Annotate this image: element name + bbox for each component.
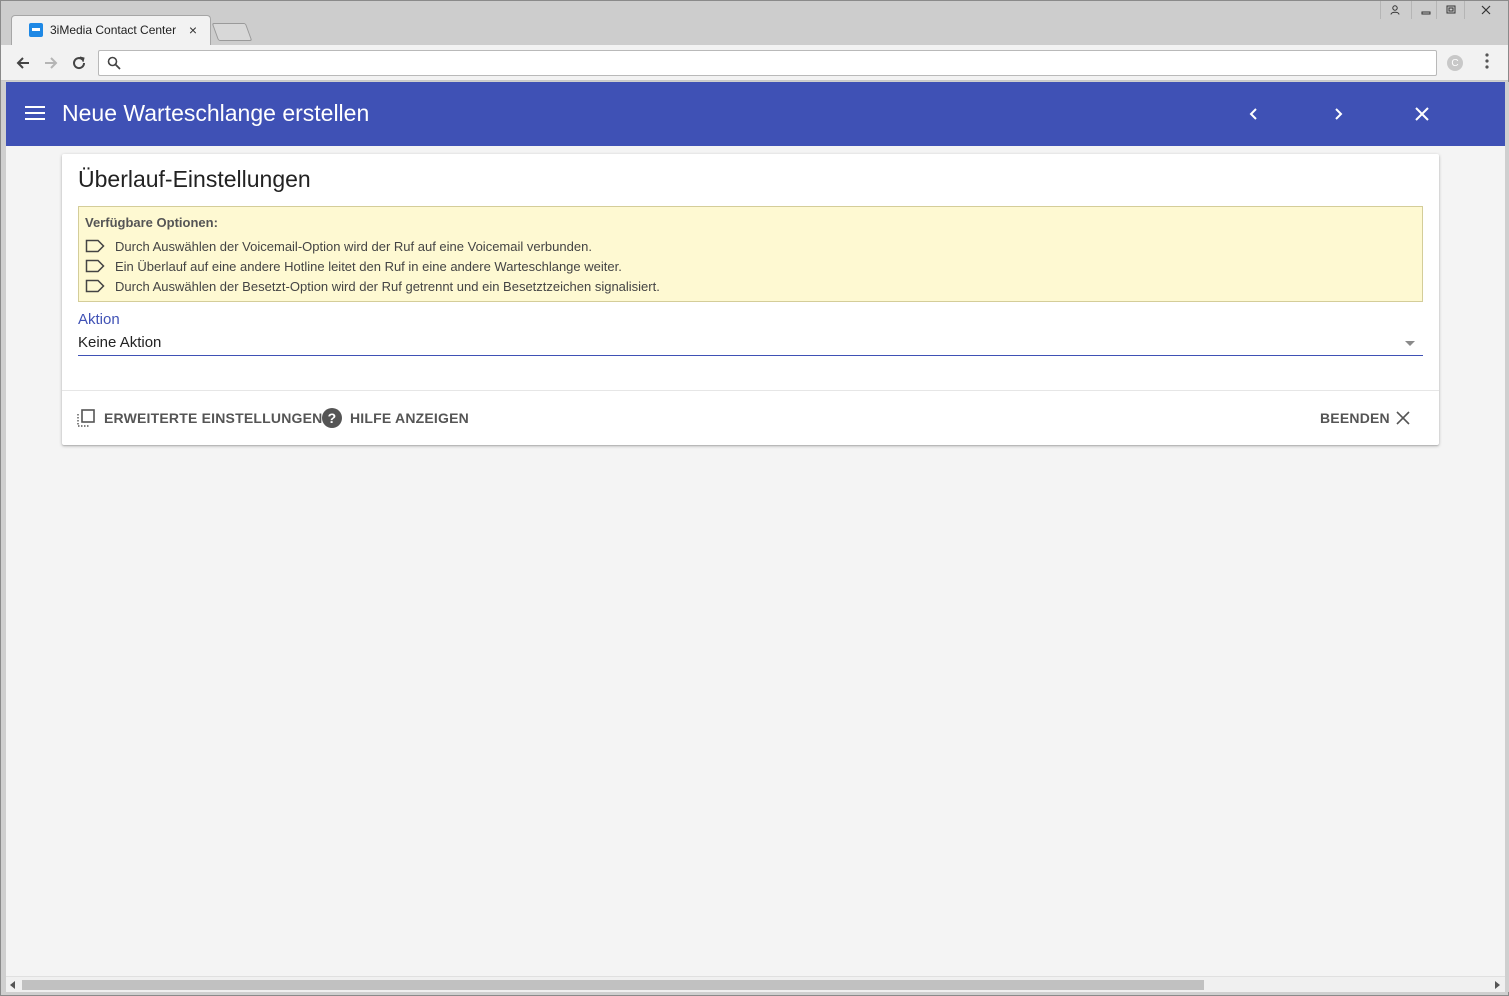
browser-tab-content[interactable]: 3iMedia Contact Center ×	[17, 15, 207, 45]
finish-label: BEENDEN	[1320, 410, 1390, 426]
finish-button[interactable]: BEENDEN	[1320, 391, 1418, 445]
info-item-text: Durch Auswählen der Voicemail-Option wir…	[115, 238, 592, 254]
finish-close-icon	[1396, 411, 1410, 425]
right-frame-border	[1505, 82, 1509, 992]
info-box: Verfügbare Optionen: Durch Auswählen der…	[78, 206, 1423, 302]
advanced-settings-icon	[76, 408, 96, 428]
advanced-settings-button[interactable]: ERWEITERTE EINSTELLUNGEN	[76, 391, 322, 445]
reload-icon[interactable]	[67, 51, 91, 75]
content-area: Überlauf-Einstellungen Verfügbare Option…	[6, 146, 1505, 976]
forward-icon[interactable]	[39, 51, 63, 75]
scroll-right-icon[interactable]	[1492, 980, 1502, 990]
search-icon	[107, 56, 121, 70]
action-select-value: Keine Aktion	[78, 334, 162, 351]
browser-window: 3iMedia Contact Center × C Neue Wartesch…	[0, 0, 1509, 996]
info-item-text: Ein Überlauf auf eine andere Hotline lei…	[115, 258, 622, 274]
browser-titlebar: 3iMedia Contact Center ×	[1, 1, 1508, 46]
browser-toolbar: C	[1, 45, 1508, 81]
extension-icon[interactable]: C	[1447, 55, 1463, 71]
horizontal-scrollbar[interactable]	[6, 976, 1505, 992]
help-icon: ?	[322, 408, 342, 428]
info-item: Ein Überlauf auf eine andere Hotline lei…	[85, 256, 1416, 276]
show-help-label: HILFE ANZEIGEN	[350, 410, 469, 426]
label-icon	[85, 279, 105, 293]
overflow-settings-card: Überlauf-Einstellungen Verfügbare Option…	[62, 154, 1439, 445]
scrollbar-thumb[interactable]	[22, 980, 1204, 990]
label-icon	[85, 259, 105, 273]
label-icon	[85, 239, 105, 253]
show-help-button[interactable]: ? HILFE ANZEIGEN	[322, 391, 469, 445]
info-item-text: Durch Auswählen der Besetzt-Option wird …	[115, 278, 660, 294]
card-title: Überlauf-Einstellungen	[78, 166, 311, 192]
new-tab-button[interactable]	[211, 23, 253, 41]
menu-icon[interactable]	[25, 106, 45, 122]
info-heading: Verfügbare Optionen:	[85, 215, 218, 230]
tab-title: 3iMedia Contact Center	[50, 23, 177, 37]
previous-step-icon[interactable]	[1242, 102, 1266, 126]
profile-icon[interactable]	[1380, 1, 1408, 19]
favicon-icon	[29, 23, 43, 37]
advanced-settings-label: ERWEITERTE EINSTELLUNGEN	[104, 410, 323, 426]
scroll-left-icon[interactable]	[8, 980, 18, 990]
action-select[interactable]: Keine Aktion	[78, 332, 1423, 356]
app-header: Neue Warteschlange erstellen	[6, 82, 1505, 146]
action-field-label: Aktion	[78, 311, 120, 328]
maximize-icon[interactable]	[1436, 1, 1464, 19]
address-bar[interactable]	[98, 50, 1437, 76]
info-item: Durch Auswählen der Besetzt-Option wird …	[85, 276, 1416, 296]
svg-text:?: ?	[328, 410, 337, 426]
browser-menu-icon[interactable]	[1481, 53, 1493, 73]
close-icon[interactable]	[1410, 102, 1434, 126]
info-item: Durch Auswählen der Voicemail-Option wir…	[85, 236, 1416, 256]
page-title: Neue Warteschlange erstellen	[62, 100, 370, 126]
card-actions: ERWEITERTE EINSTELLUNGEN ? HILFE ANZEIGE…	[62, 391, 1439, 445]
dropdown-arrow-icon	[1405, 341, 1415, 346]
close-window-icon[interactable]	[1464, 1, 1506, 19]
back-icon[interactable]	[11, 51, 35, 75]
next-step-icon[interactable]	[1326, 102, 1350, 126]
tab-close-icon[interactable]: ×	[189, 23, 197, 37]
minimize-icon[interactable]	[1411, 1, 1439, 19]
